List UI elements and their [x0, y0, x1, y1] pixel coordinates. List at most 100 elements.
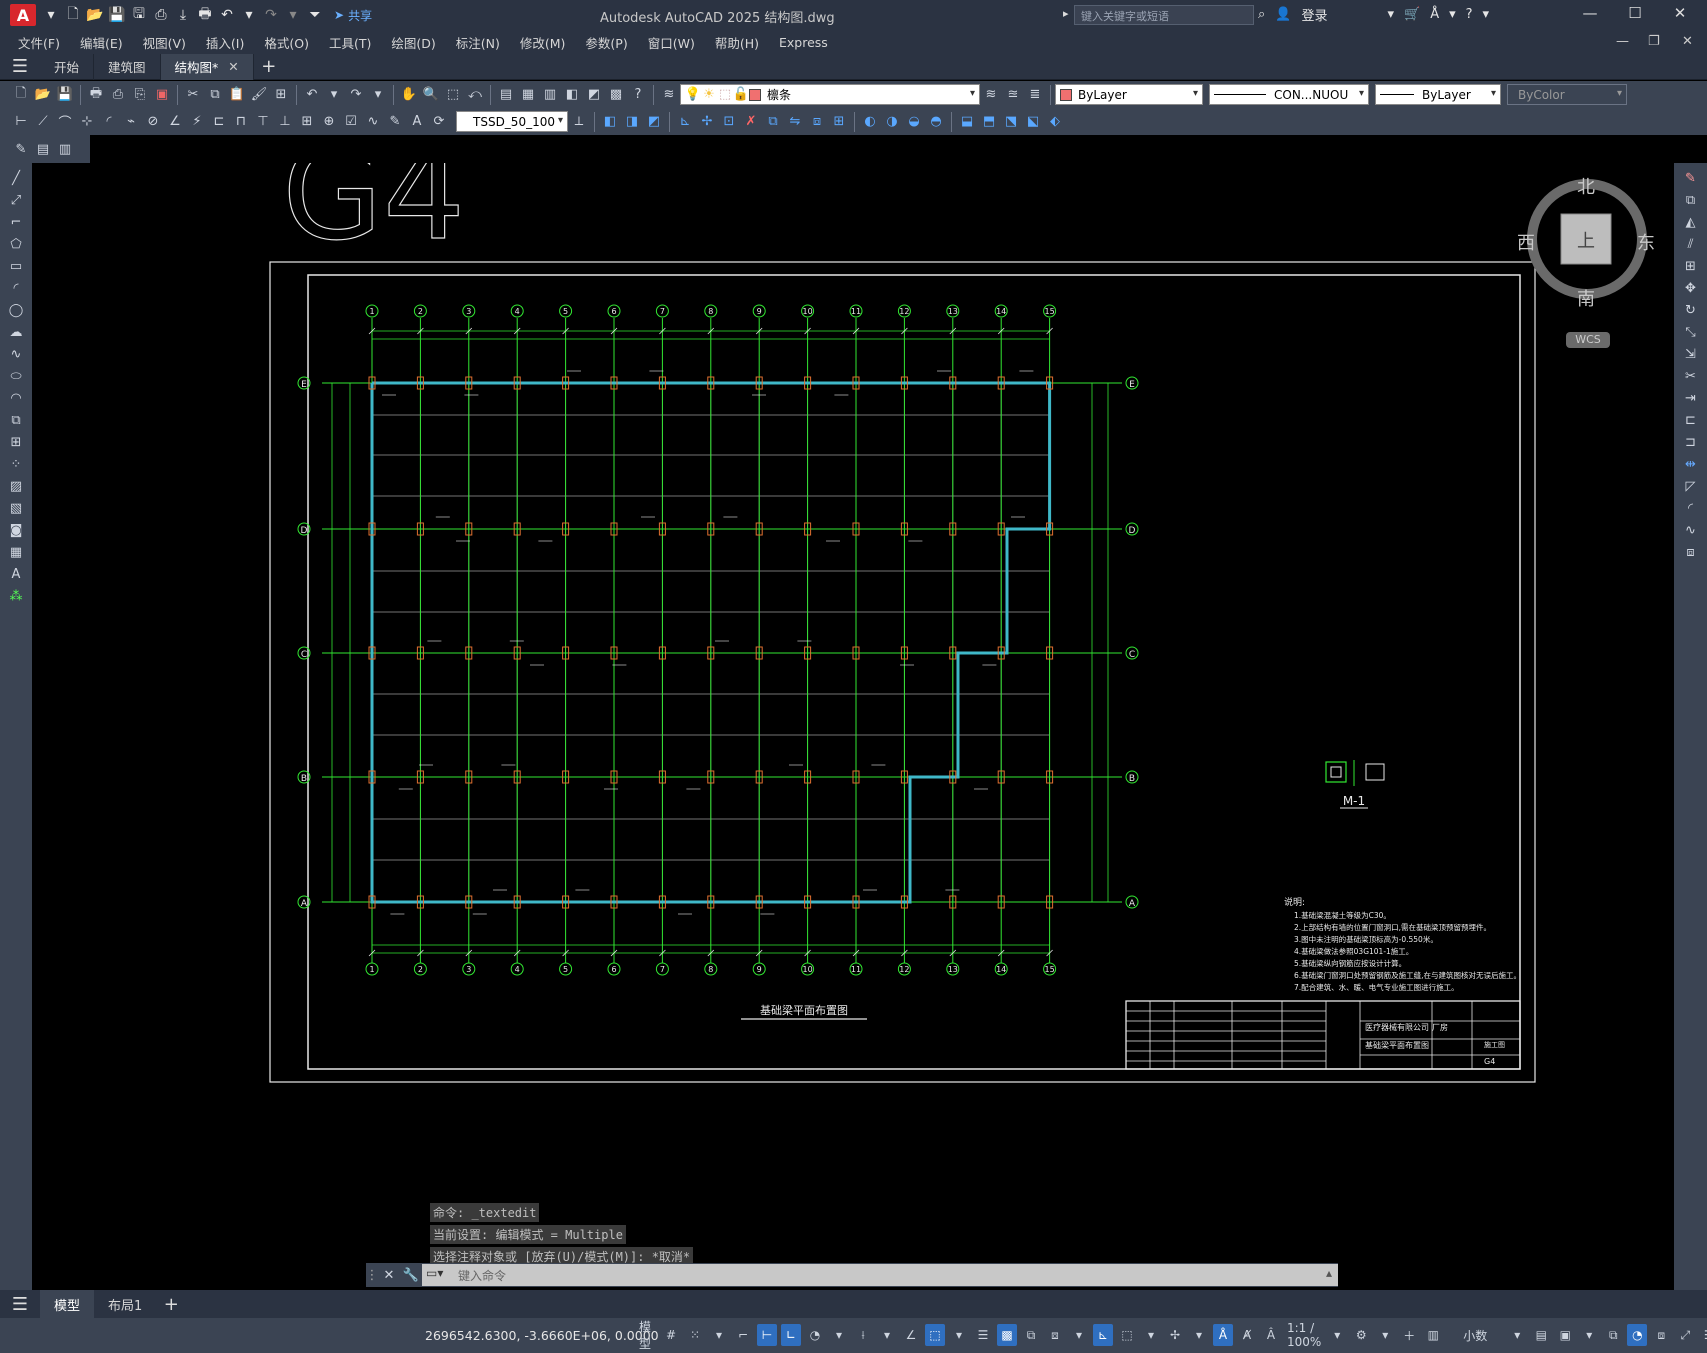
menu-help[interactable]: 帮助(H) — [705, 33, 769, 52]
selection-filter-icon[interactable]: ⬚ — [1117, 1324, 1137, 1346]
layer-unlock-icon[interactable]: 🔓 — [733, 84, 749, 106]
menu-edit[interactable]: 编辑(E) — [70, 33, 133, 52]
break-icon[interactable]: ⊐ — [1680, 431, 1702, 453]
cart-icon[interactable]: 🛒 — [1404, 7, 1420, 22]
rectangle-icon[interactable]: ▭ — [5, 255, 27, 277]
spline-icon[interactable]: ∿ — [5, 343, 27, 365]
annotation-scale-icon[interactable]: Â — [1261, 1324, 1281, 1346]
dynamic-input-icon[interactable]: ⊢ — [757, 1324, 777, 1346]
region-icon[interactable]: ◙ — [5, 519, 27, 541]
zoom-previous-icon[interactable]: ⤺ — [464, 84, 486, 106]
infer-constraints-icon[interactable]: ⌐ — [733, 1324, 753, 1346]
graphics-performance-icon[interactable]: ▣ — [1555, 1324, 1575, 1346]
insert-block-icon[interactable]: ⧉ — [5, 409, 27, 431]
trim-icon[interactable]: ✂ — [1680, 365, 1702, 387]
signin-dropdown-icon[interactable]: ▾ — [1387, 7, 1394, 22]
tab-architecture[interactable]: 建筑图 — [94, 53, 161, 80]
object-snap-tracking-icon[interactable]: ∠ — [901, 1324, 921, 1346]
arc-icon[interactable]: ◜ — [5, 277, 27, 299]
ucs-icon[interactable]: ⊾ — [674, 111, 696, 133]
move-icon[interactable]: ✥ — [1680, 277, 1702, 299]
annotation-monitor-plus-icon[interactable]: ＋ — [1399, 1324, 1419, 1346]
block-editor-icon[interactable]: ⊞ — [270, 84, 292, 106]
viewcube-north[interactable]: 北 — [1577, 173, 1595, 199]
menu-file[interactable]: 文件(F) — [8, 33, 70, 52]
tab-model[interactable]: 模型 — [40, 1290, 95, 1318]
command-line-grip-icon[interactable]: ⋮ — [366, 1264, 379, 1286]
quick-properties-icon[interactable]: ▤ — [1531, 1324, 1551, 1346]
zoom-realtime-icon[interactable]: 🔍 — [420, 84, 442, 106]
jogged-linear-icon[interactable]: ∿ — [362, 111, 384, 133]
design-center-icon[interactable]: ▦ — [517, 84, 539, 106]
plotstyle-combo[interactable]: ByColor ▾ — [1507, 84, 1627, 105]
explode-icon[interactable]: ⧈ — [1680, 541, 1702, 563]
plot-icon[interactable]: 🖶 — [85, 84, 107, 106]
dim-linear-icon[interactable]: ⊢ — [10, 111, 32, 133]
customize-quick-access-icon[interactable]: ⏷ — [304, 4, 326, 26]
search-expand-icon[interactable]: ▸ — [1063, 7, 1069, 20]
save-as-icon[interactable]: 🖫 — [128, 4, 150, 26]
snap-dropdown-icon[interactable]: ▾ — [709, 1324, 729, 1346]
quick-dim-icon[interactable]: ⚡ — [186, 111, 208, 133]
make-current-layer-icon[interactable]: ≋ — [980, 84, 1002, 106]
erase-icon[interactable]: ✗ — [740, 111, 762, 133]
fillet-icon[interactable]: ◜ — [1680, 497, 1702, 519]
inspection-icon[interactable]: ☑ — [340, 111, 362, 133]
save-icon[interactable]: 💾 — [106, 4, 128, 26]
isolate-objects-icon[interactable]: ⧉ — [1603, 1324, 1623, 1346]
qnew-icon[interactable]: 🗋 — [10, 84, 32, 106]
cone-icon[interactable]: ⬔ — [1000, 111, 1022, 133]
calculator-icon[interactable]: ▩ — [605, 84, 627, 106]
recent-commands-icon[interactable]: ▭▾ — [426, 1266, 443, 1280]
point-icon[interactable]: ⁘ — [5, 453, 27, 475]
tolerance-icon[interactable]: ⊞ — [296, 111, 318, 133]
transparency-icon[interactable]: ▩ — [997, 1324, 1017, 1346]
undo-icon[interactable]: ↶ — [216, 4, 238, 26]
new-layout-plus-icon[interactable]: + — [156, 1294, 186, 1315]
view-top-icon[interactable]: ◨ — [621, 111, 643, 133]
dim-break-icon[interactable]: ⊥ — [274, 111, 296, 133]
view-side-icon[interactable]: ◩ — [643, 111, 665, 133]
offset-icon[interactable]: ⧈ — [806, 111, 828, 133]
tab-close-icon[interactable]: ✕ — [228, 59, 238, 74]
units-icon[interactable]: ▥ — [1423, 1324, 1443, 1346]
dim-edit-icon[interactable]: ✎ — [384, 111, 406, 133]
publish-icon[interactable]: ⎘ — [129, 84, 151, 106]
cursor-coordinates[interactable]: 2696542.6300, -3.6660E+06, 0.0000 — [425, 1328, 659, 1343]
customization-icon[interactable]: ☰ — [1699, 1324, 1707, 1346]
isodraft-icon[interactable]: ⟊ — [853, 1324, 873, 1346]
blend-curves-icon[interactable]: ∿ — [1680, 519, 1702, 541]
open-web-icon[interactable]: ⎙ — [150, 4, 172, 26]
zoom-window-icon[interactable]: ⬚ — [442, 84, 464, 106]
menu-draw[interactable]: 绘图(D) — [381, 33, 445, 52]
dim-update-icon[interactable]: ⟳ — [428, 111, 450, 133]
solid-union-icon[interactable]: ◐ — [859, 111, 881, 133]
menu-view[interactable]: 视图(V) — [133, 33, 196, 52]
stretch-icon[interactable]: ⇲ — [1680, 343, 1702, 365]
tab-layout1[interactable]: 布局1 — [94, 1290, 156, 1318]
dynamic-ucs-icon[interactable]: ⊾ — [1093, 1324, 1113, 1346]
gradient-icon[interactable]: ▧ — [5, 497, 27, 519]
layer-previous-icon[interactable]: ≊ — [1002, 84, 1024, 106]
open-icon[interactable]: 📂 — [32, 84, 54, 106]
polygon-icon[interactable]: ⬠ — [5, 233, 27, 255]
array-icon[interactable]: ⊞ — [828, 111, 850, 133]
properties-icon[interactable]: ▤ — [495, 84, 517, 106]
dim-aligned-icon[interactable]: ⟋ — [32, 111, 54, 133]
help-icon[interactable]: ? — [627, 84, 649, 106]
maximize-icon[interactable]: ☐ — [1620, 4, 1650, 22]
paste-icon[interactable]: 📋 — [226, 84, 248, 106]
annotation-visibility-icon[interactable]: Å — [1213, 1324, 1233, 1346]
clean-screen-left-icon[interactable]: ⧈ — [1651, 1324, 1671, 1346]
snap-icon[interactable]: ⁙ — [685, 1324, 705, 1346]
tool-palettes-icon[interactable]: ▥ — [539, 84, 561, 106]
chamfer-icon[interactable]: ◸ — [1680, 475, 1702, 497]
command-close-icon[interactable]: ✕ — [378, 1264, 400, 1286]
dim-text-edit-icon[interactable]: A — [406, 111, 428, 133]
solid-intersect-icon[interactable]: ◒ — [903, 111, 925, 133]
file-tabs-menu-icon[interactable]: ☰ — [0, 56, 40, 77]
clean-screen-icon[interactable]: ⤢ — [1675, 1324, 1695, 1346]
minimize-icon[interactable]: — — [1575, 4, 1605, 22]
send-back-icon[interactable]: ▥ — [54, 138, 76, 160]
viewcube-south[interactable]: 南 — [1577, 285, 1595, 311]
